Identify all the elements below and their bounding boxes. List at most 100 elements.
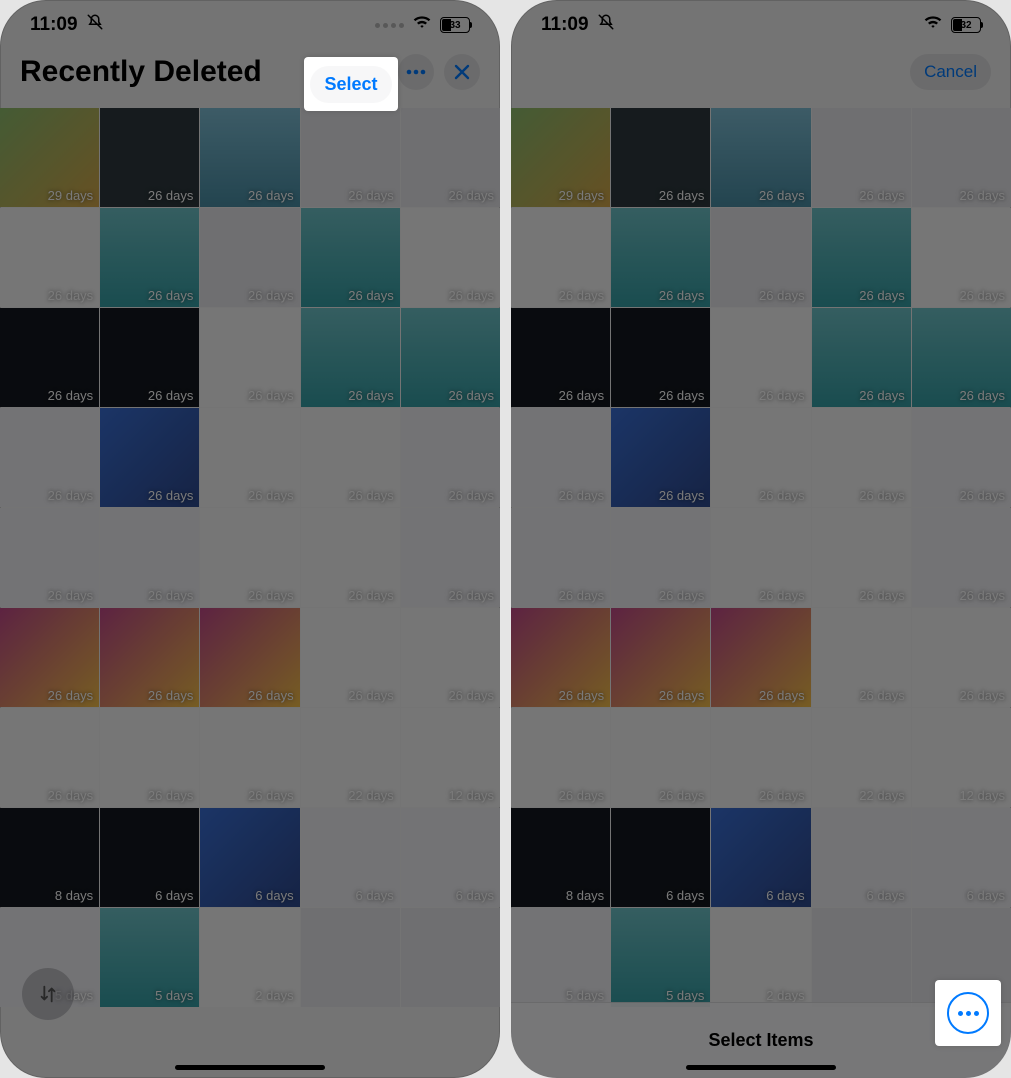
more-options-button[interactable] xyxy=(947,992,989,1034)
photo-grid[interactable]: 29 days26 days26 days26 days26 days26 da… xyxy=(511,108,1011,1078)
photo-thumbnail[interactable]: 5 days xyxy=(100,908,199,1007)
photo-thumbnail[interactable]: 6 days xyxy=(100,808,199,907)
photo-thumbnail[interactable]: 26 days xyxy=(611,408,710,507)
photo-thumbnail[interactable] xyxy=(301,908,400,1007)
photo-thumbnail[interactable]: 26 days xyxy=(200,708,299,807)
photo-thumbnail[interactable]: 29 days xyxy=(0,108,99,207)
photo-thumbnail[interactable]: 26 days xyxy=(100,308,199,407)
photo-thumbnail[interactable]: 26 days xyxy=(100,508,199,607)
photo-thumbnail[interactable]: 22 days xyxy=(301,708,400,807)
photo-thumbnail[interactable]: 12 days xyxy=(401,708,500,807)
photo-thumbnail[interactable]: 26 days xyxy=(401,608,500,707)
photo-thumbnail[interactable]: 6 days xyxy=(301,808,400,907)
photo-thumbnail[interactable]: 26 days xyxy=(711,208,810,307)
photo-thumbnail[interactable]: 26 days xyxy=(0,308,99,407)
photo-thumbnail[interactable]: 26 days xyxy=(200,608,299,707)
home-indicator[interactable] xyxy=(686,1065,836,1070)
photo-thumbnail[interactable]: 26 days xyxy=(0,708,99,807)
photo-thumbnail[interactable]: 5 days xyxy=(511,908,610,1007)
photo-thumbnail[interactable]: 26 days xyxy=(200,408,299,507)
photo-thumbnail[interactable]: 26 days xyxy=(511,208,610,307)
photo-thumbnail[interactable]: 26 days xyxy=(301,508,400,607)
photo-thumbnail[interactable]: 26 days xyxy=(611,308,710,407)
sort-fab[interactable] xyxy=(22,968,74,1020)
photo-thumbnail[interactable]: 26 days xyxy=(200,508,299,607)
photo-thumbnail[interactable]: 29 days xyxy=(511,108,610,207)
photo-thumbnail[interactable]: 26 days xyxy=(301,308,400,407)
photo-thumbnail[interactable]: 2 days xyxy=(200,908,299,1007)
photo-thumbnail[interactable]: 26 days xyxy=(100,108,199,207)
photo-thumbnail[interactable]: 26 days xyxy=(511,708,610,807)
photo-thumbnail[interactable]: 26 days xyxy=(401,308,500,407)
photo-thumbnail[interactable]: 26 days xyxy=(711,108,810,207)
photo-thumbnail[interactable]: 26 days xyxy=(401,508,500,607)
photo-thumbnail[interactable]: 26 days xyxy=(812,108,911,207)
photo-thumbnail[interactable]: 26 days xyxy=(711,508,810,607)
photo-thumbnail[interactable]: 6 days xyxy=(611,808,710,907)
photo-thumbnail[interactable]: 6 days xyxy=(200,808,299,907)
photo-thumbnail[interactable]: 26 days xyxy=(0,508,99,607)
photo-thumbnail[interactable]: 26 days xyxy=(401,108,500,207)
photo-thumbnail[interactable]: 26 days xyxy=(200,208,299,307)
photo-thumbnail[interactable]: 26 days xyxy=(812,608,911,707)
photo-thumbnail[interactable]: 8 days xyxy=(0,808,99,907)
days-remaining-label: 26 days xyxy=(348,688,394,703)
photo-thumbnail[interactable]: 26 days xyxy=(912,408,1011,507)
photo-thumbnail[interactable]: 6 days xyxy=(912,808,1011,907)
photo-thumbnail[interactable]: 26 days xyxy=(0,208,99,307)
photo-thumbnail[interactable]: 26 days xyxy=(301,208,400,307)
photo-thumbnail[interactable]: 26 days xyxy=(0,408,99,507)
photo-thumbnail[interactable]: 26 days xyxy=(912,508,1011,607)
photo-thumbnail[interactable]: 6 days xyxy=(812,808,911,907)
photo-thumbnail[interactable]: 26 days xyxy=(511,508,610,607)
photo-thumbnail[interactable]: 26 days xyxy=(611,208,710,307)
photo-thumbnail[interactable]: 26 days xyxy=(611,508,710,607)
days-remaining-label: 26 days xyxy=(759,788,805,803)
photo-thumbnail[interactable]: 26 days xyxy=(301,408,400,507)
photo-thumbnail[interactable]: 26 days xyxy=(812,508,911,607)
select-button[interactable]: Select xyxy=(310,66,391,103)
photo-thumbnail[interactable]: 26 days xyxy=(611,608,710,707)
photo-thumbnail[interactable]: 26 days xyxy=(511,308,610,407)
photo-thumbnail[interactable]: 26 days xyxy=(0,608,99,707)
photo-thumbnail[interactable]: 5 days xyxy=(611,908,710,1007)
photo-thumbnail[interactable]: 26 days xyxy=(301,108,400,207)
photo-thumbnail[interactable]: 26 days xyxy=(401,208,500,307)
photo-thumbnail[interactable]: 26 days xyxy=(812,208,911,307)
close-button[interactable] xyxy=(444,54,480,90)
photo-thumbnail[interactable]: 26 days xyxy=(812,308,911,407)
photo-thumbnail[interactable]: 26 days xyxy=(511,608,610,707)
photo-thumbnail[interactable]: 26 days xyxy=(711,608,810,707)
photo-thumbnail[interactable]: 26 days xyxy=(812,408,911,507)
photo-thumbnail[interactable]: 26 days xyxy=(711,308,810,407)
photo-thumbnail[interactable]: 26 days xyxy=(100,208,199,307)
more-button[interactable] xyxy=(398,54,434,90)
photo-thumbnail[interactable]: 26 days xyxy=(912,308,1011,407)
photo-thumbnail[interactable]: 26 days xyxy=(511,408,610,507)
photo-thumbnail[interactable]: 26 days xyxy=(611,108,710,207)
photo-thumbnail[interactable]: 2 days xyxy=(711,908,810,1007)
photo-thumbnail[interactable]: 26 days xyxy=(912,608,1011,707)
photo-thumbnail[interactable]: 26 days xyxy=(100,708,199,807)
home-indicator[interactable] xyxy=(175,1065,325,1070)
photo-thumbnail[interactable] xyxy=(401,908,500,1007)
photo-thumbnail[interactable]: 26 days xyxy=(401,408,500,507)
photo-thumbnail[interactable]: 26 days xyxy=(711,408,810,507)
photo-thumbnail[interactable]: 8 days xyxy=(511,808,610,907)
photo-thumbnail[interactable]: 26 days xyxy=(711,708,810,807)
photo-thumbnail[interactable]: 26 days xyxy=(100,608,199,707)
cancel-button[interactable]: Cancel xyxy=(910,54,991,90)
photo-thumbnail[interactable] xyxy=(812,908,911,1007)
photo-thumbnail[interactable]: 26 days xyxy=(611,708,710,807)
photo-thumbnail[interactable]: 26 days xyxy=(912,108,1011,207)
photo-thumbnail[interactable]: 26 days xyxy=(200,308,299,407)
photo-grid[interactable]: 29 days26 days26 days26 days26 days26 da… xyxy=(0,108,500,1078)
photo-thumbnail[interactable]: 6 days xyxy=(711,808,810,907)
photo-thumbnail[interactable]: 26 days xyxy=(912,208,1011,307)
photo-thumbnail[interactable]: 26 days xyxy=(100,408,199,507)
photo-thumbnail[interactable]: 6 days xyxy=(401,808,500,907)
photo-thumbnail[interactable]: 26 days xyxy=(200,108,299,207)
photo-thumbnail[interactable]: 26 days xyxy=(301,608,400,707)
photo-thumbnail[interactable]: 22 days xyxy=(812,708,911,807)
photo-thumbnail[interactable]: 12 days xyxy=(912,708,1011,807)
